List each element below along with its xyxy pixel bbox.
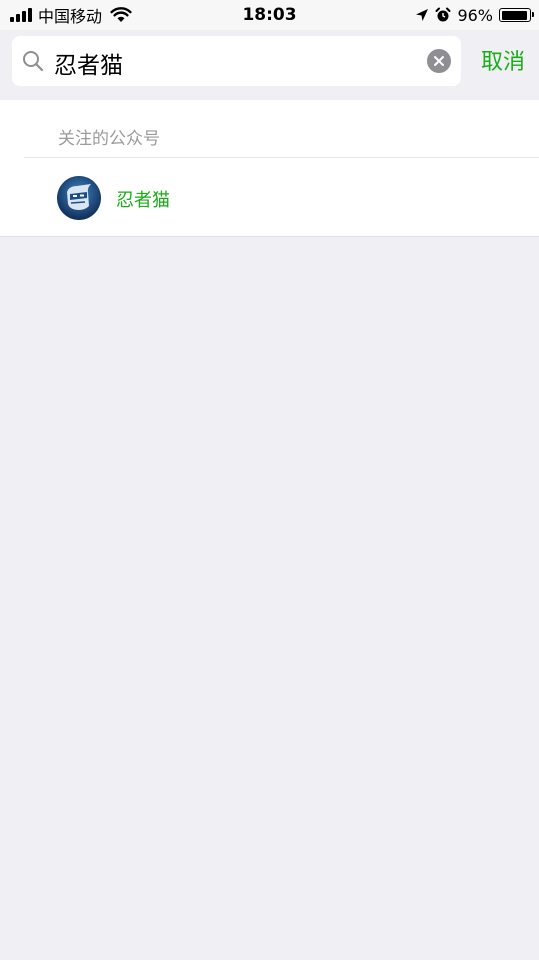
location-icon	[416, 9, 429, 21]
close-icon	[434, 56, 444, 66]
battery-icon	[499, 8, 534, 22]
ninja-cat-logo-icon	[57, 176, 101, 220]
status-bar: 中国移动 18:03 96%	[0, 0, 539, 30]
search-input[interactable]: 忍者猫	[12, 36, 461, 86]
alarm-icon	[435, 7, 451, 22]
search-header: 忍者猫 取消	[0, 30, 539, 100]
battery-percent: 96%	[457, 5, 493, 25]
search-results: 关注的公众号 忍者猫	[0, 100, 539, 236]
result-name: 忍者猫	[116, 190, 170, 211]
search-icon	[23, 51, 44, 72]
status-bar-right: 96%	[415, 5, 534, 25]
avatar	[57, 176, 101, 220]
clear-button[interactable]	[427, 49, 451, 73]
cancel-button[interactable]: 取消	[481, 44, 525, 76]
search-query[interactable]: 忍者猫	[54, 46, 123, 80]
battery-level	[501, 10, 528, 20]
section-title: 关注的公众号	[58, 129, 160, 149]
list-item[interactable]: 忍者猫	[0, 158, 539, 236]
results-bottom-border	[0, 236, 539, 237]
